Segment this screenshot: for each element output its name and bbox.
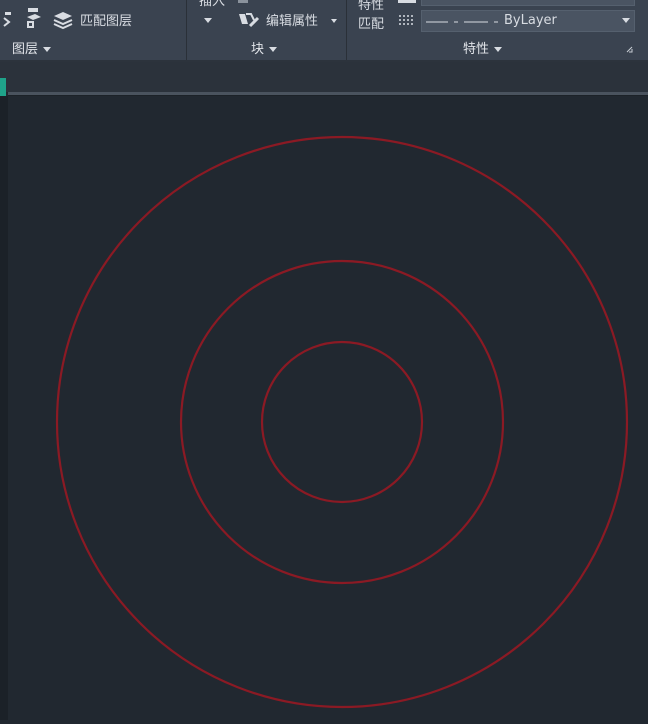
middle-circle[interactable] bbox=[179, 259, 505, 585]
match-properties-label-line1[interactable]: 特性 bbox=[358, 0, 384, 14]
match-layer-label[interactable]: 匹配图层 bbox=[80, 14, 132, 30]
chevron-down-icon bbox=[494, 47, 503, 52]
linetype-dropdown[interactable]: ByLayer bbox=[421, 10, 635, 32]
properties-panel-label[interactable]: 特性 bbox=[463, 42, 503, 58]
linetype-preview-icon bbox=[426, 21, 498, 23]
block-panel-label[interactable]: 块 bbox=[251, 42, 278, 58]
layers-panel-label[interactable]: 图层 bbox=[12, 42, 52, 58]
panel-separator bbox=[346, 0, 347, 60]
panel-separator bbox=[186, 0, 187, 60]
block-tool-icon bbox=[238, 0, 248, 3]
layer-tool-icon[interactable] bbox=[2, 12, 16, 30]
edit-attributes-icon[interactable] bbox=[238, 10, 260, 30]
chevron-down-icon[interactable] bbox=[622, 18, 630, 23]
color-swatch-icon bbox=[398, 0, 416, 3]
chevron-down-icon bbox=[269, 47, 278, 52]
edit-attributes-label[interactable]: 编辑属性 bbox=[266, 14, 318, 30]
layer-isolate-icon[interactable] bbox=[24, 8, 44, 30]
drawing-canvas[interactable] bbox=[8, 96, 648, 720]
canvas-left-border bbox=[0, 96, 8, 720]
ribbon: 匹配图层 图层 插入 编辑属性 块 特性 匹配 ByLayer 特性 bbox=[0, 0, 648, 62]
edit-attributes-dropdown-icon[interactable] bbox=[331, 19, 337, 23]
linetype-icon bbox=[399, 15, 415, 25]
match-properties-label-line2[interactable]: 匹配 bbox=[358, 17, 384, 33]
insert-label[interactable]: 插入 bbox=[199, 0, 225, 10]
file-tab-bar bbox=[0, 62, 648, 92]
dialog-launcher-icon[interactable] bbox=[626, 46, 633, 53]
chevron-down-icon bbox=[43, 47, 52, 52]
color-dropdown[interactable] bbox=[421, 0, 635, 6]
match-layer-icon[interactable] bbox=[52, 10, 74, 30]
outer-circle[interactable] bbox=[55, 135, 629, 709]
insert-dropdown-icon[interactable] bbox=[204, 18, 212, 23]
linetype-value: ByLayer bbox=[504, 13, 557, 28]
inner-circle[interactable] bbox=[260, 340, 424, 504]
drawing-area[interactable] bbox=[8, 96, 648, 720]
